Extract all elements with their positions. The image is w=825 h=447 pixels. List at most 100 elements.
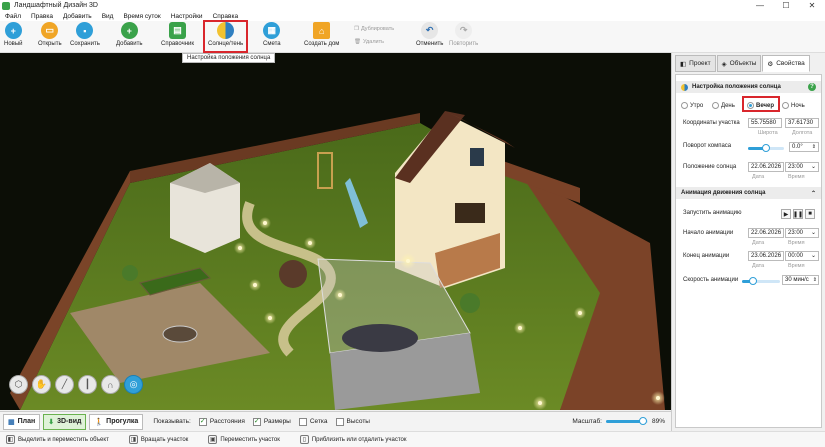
plus-icon: + (120, 22, 138, 39)
zoom-control: Масштаб: 89% (572, 417, 665, 425)
sun-shadow-highlight-box (203, 20, 248, 53)
rotate-tool-icon[interactable]: ∩ (101, 375, 120, 394)
gear-icon: ⚙ (767, 60, 774, 68)
calculator-icon: ▦ (263, 22, 281, 39)
menu-add[interactable]: Добавить (58, 13, 97, 20)
longitude-input[interactable]: 37.61730 (785, 118, 819, 128)
undo-button[interactable]: ↶ Отменить (416, 22, 443, 52)
book-icon: ▤ (169, 22, 186, 39)
speed-input[interactable]: 30 мин/с ⇕ (782, 275, 819, 285)
latitude-caption: Широта (758, 130, 778, 136)
hint-zoom: ▯ Приблизить или отдалить участок (299, 435, 406, 444)
new-button[interactable]: + Новый (4, 22, 23, 52)
distances-checkbox[interactable]: ✓ Расстояния (198, 417, 245, 426)
bush (122, 265, 138, 281)
select-tool-icon[interactable]: ⬡ (9, 375, 28, 394)
sizes-checkbox[interactable]: ✓ Размеры (252, 417, 291, 426)
tab-properties[interactable]: ⚙ Свойства (762, 55, 810, 72)
time-caption: Время (788, 240, 805, 246)
maximize-button[interactable]: ☐ (773, 0, 799, 11)
minimize-button[interactable]: — (747, 0, 773, 11)
walk-view-button[interactable]: 🚶 Прогулка (89, 413, 144, 430)
chevron-down-icon: ⌄ (810, 230, 816, 236)
spin-icon: ⇕ (812, 277, 817, 283)
tab-project[interactable]: ◧ Проект (675, 55, 716, 72)
menu-edit[interactable]: Правка (26, 13, 58, 20)
toolbar: + Новый ▭ Открыть ▪ Сохранить + Добавить… (0, 20, 825, 53)
add-button[interactable]: + Добавить (116, 22, 143, 52)
app-logo-icon (2, 1, 10, 10)
spin-icon: ⇕ (811, 144, 816, 150)
menu-bar: Файл Правка Добавить Вид Время суток Нас… (0, 11, 825, 21)
chevron-down-icon: ⌄ (810, 164, 816, 170)
zoom-slider-thumb[interactable] (639, 417, 648, 425)
play-icon[interactable]: ▶ (781, 209, 791, 219)
hint-rotate: ◨ Вращать участок (128, 435, 189, 444)
title-bar: Ландшафтный Дизайн 3D — ☐ ✕ (0, 0, 825, 11)
end-animation-label: Конец анимации (683, 253, 730, 259)
radio-morning[interactable]: Утро (681, 102, 703, 109)
checkbox-box (298, 417, 307, 426)
begin-date-input[interactable]: 22.06.2026 (748, 228, 784, 238)
heights-checkbox[interactable]: Высоты (335, 417, 370, 426)
3d-view-button[interactable]: ⬇ 3D-вид (43, 413, 87, 430)
sun-date-input[interactable]: 22.06.2026 (748, 162, 784, 172)
open-button[interactable]: ▭ Открыть (38, 22, 62, 52)
menu-file[interactable]: Файл (0, 13, 26, 20)
start-animation-label: Запустить анимацию (683, 210, 742, 216)
house-balcony (455, 203, 485, 223)
hint-select: ◧ Выделить и переместить объект (6, 435, 109, 444)
radio-night[interactable]: Ночь (782, 102, 805, 109)
guide-button[interactable]: ▤ Справочник (161, 22, 194, 52)
radio-day[interactable]: День (712, 102, 735, 109)
compass-slider-thumb[interactable] (762, 144, 770, 152)
mouse-right-icon: ◨ (128, 435, 138, 444)
pan-tool-icon[interactable]: ┃ (78, 375, 97, 394)
menu-time-of-day[interactable]: Время суток (118, 13, 165, 20)
estimate-button[interactable]: ▦ Смета (263, 22, 281, 52)
chevron-down-icon: ⌄ (810, 253, 816, 259)
begin-time-select[interactable]: 23:00 ⌄ (785, 228, 819, 238)
end-time-select[interactable]: 00:00 ⌄ (785, 251, 819, 261)
date-caption: Дата (752, 174, 765, 180)
tab-objects[interactable]: ◈ Объекты (716, 55, 762, 72)
time-caption: Время (788, 174, 805, 180)
menu-settings[interactable]: Настройки (166, 13, 208, 20)
checkbox-box (335, 417, 344, 426)
speed-slider[interactable] (742, 277, 780, 285)
save-button[interactable]: ▪ Сохранить (70, 22, 100, 52)
latitude-input[interactable]: 55.75580 (748, 118, 782, 128)
grid-checkbox[interactable]: Сетка (298, 417, 328, 426)
redo-button[interactable]: ↷ Повторить (449, 22, 478, 52)
delete-button[interactable]: 🗑 Удалить (354, 39, 384, 45)
new-file-icon: + (4, 22, 22, 39)
speed-slider-thumb[interactable] (749, 277, 758, 285)
compass-slider[interactable] (748, 144, 784, 152)
stop-icon[interactable]: ■ (805, 209, 815, 219)
hand-tool-icon[interactable]: ✋ (32, 375, 51, 394)
view-3d-tool-icon[interactable]: ◎ (124, 375, 143, 394)
show-label: Показывать: (153, 418, 191, 425)
car (342, 324, 418, 352)
menu-help[interactable]: Справка (208, 13, 244, 20)
grid-icon: ▦ (8, 418, 15, 426)
close-button[interactable]: ✕ (799, 0, 825, 11)
trash-icon: 🗑 (354, 39, 361, 45)
build-house-button[interactable]: ⌂ Создать дом (304, 22, 339, 52)
end-date-input[interactable]: 23.06.2026 (748, 251, 784, 261)
3d-viewport[interactable] (0, 53, 671, 410)
animation-section-header[interactable]: Анимация движения солнца ⌃ (676, 187, 821, 199)
begin-animation-label: Начало анимации (683, 230, 734, 236)
ruler-tool-icon[interactable]: ╱ (55, 375, 74, 394)
round-flowerbed (279, 260, 307, 288)
sun-time-select[interactable]: 23:00 ⌄ (785, 162, 819, 172)
help-icon[interactable]: ? (808, 83, 816, 91)
plan-view-button[interactable]: ▦ План (3, 413, 41, 430)
pause-icon[interactable]: ❚❚ (793, 209, 803, 219)
duplicate-button[interactable]: ❐ Дублировать (354, 26, 394, 32)
zoom-slider[interactable] (605, 417, 648, 425)
menu-view[interactable]: Вид (97, 13, 119, 20)
chevron-up-icon[interactable]: ⌃ (811, 190, 816, 197)
sun-shadow-icon (681, 83, 688, 91)
compass-input[interactable]: 0.0° ⇕ (789, 142, 819, 152)
